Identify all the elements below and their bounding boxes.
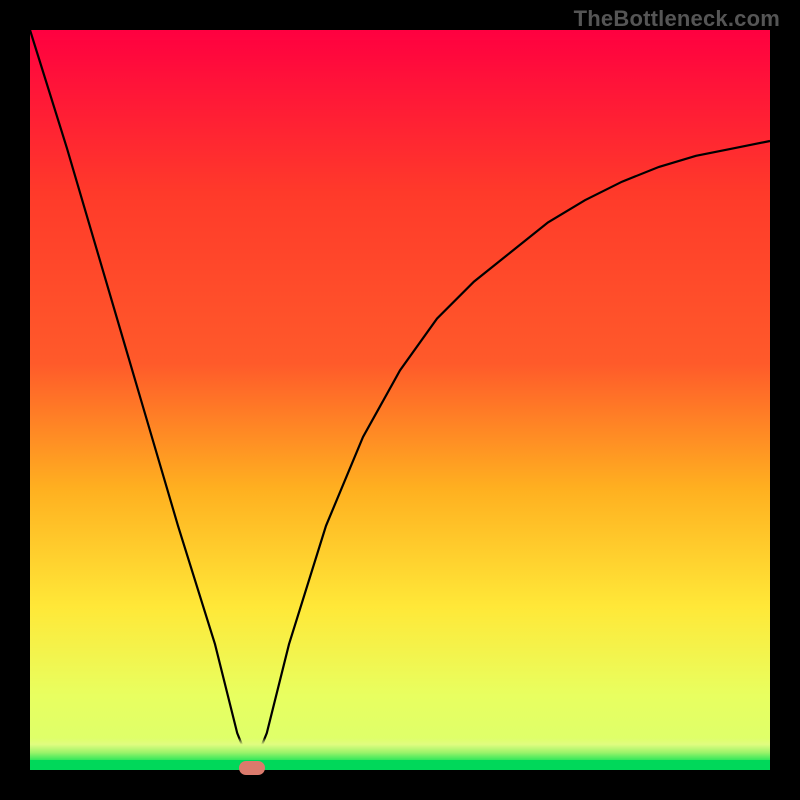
chart-frame: TheBottleneck.com bbox=[0, 0, 800, 800]
bottleneck-chart bbox=[0, 0, 800, 800]
watermark-text: TheBottleneck.com bbox=[574, 6, 780, 32]
